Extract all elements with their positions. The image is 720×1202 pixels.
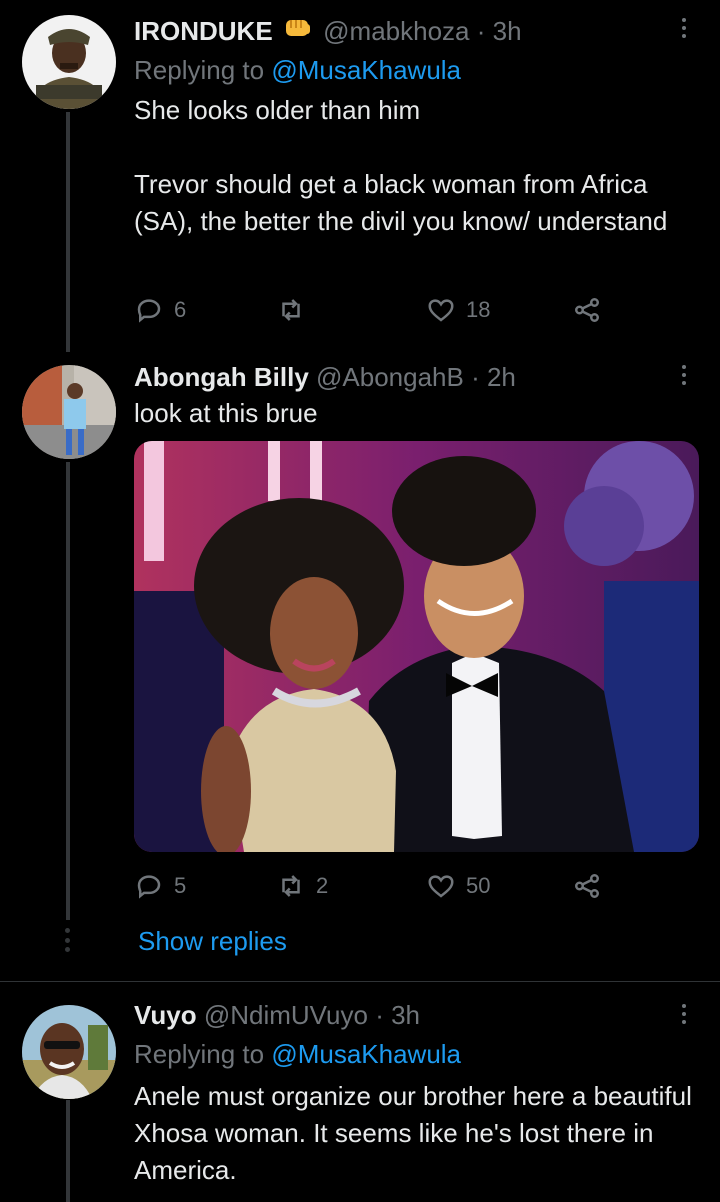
retweet-button[interactable]: 2 <box>276 866 328 906</box>
more-icon[interactable] <box>672 12 696 44</box>
share-button[interactable] <box>572 866 602 906</box>
display-name[interactable]: Vuyo <box>134 1000 197 1030</box>
tweet-photo[interactable] <box>134 441 699 852</box>
tweet-text: She looks older than him Trevor should g… <box>134 95 668 236</box>
more-icon[interactable] <box>672 359 696 391</box>
avatar[interactable] <box>22 15 116 109</box>
retweet-icon <box>282 299 300 321</box>
thread-line <box>66 462 70 920</box>
tweet-actions: 5 2 50 <box>134 866 614 906</box>
divider <box>0 981 720 982</box>
heart-icon <box>428 299 454 322</box>
replying-to: Replying to @MusaKhawula <box>134 54 461 86</box>
mention-link[interactable]: @MusaKhawula <box>271 55 461 85</box>
like-button[interactable]: 50 <box>426 866 490 906</box>
thread-line <box>66 1100 70 1202</box>
tweet-text: look at this brue <box>134 398 318 428</box>
tweet-header: Abongah Billy @AbongahB · 2h <box>134 361 516 393</box>
share-icon <box>575 298 599 322</box>
mention-link[interactable]: @MusaKhawula <box>271 1039 461 1069</box>
share-icon <box>575 874 599 898</box>
heart-icon <box>428 875 454 898</box>
replying-label: Replying to <box>134 55 272 85</box>
timestamp[interactable]: 3h <box>391 1000 420 1030</box>
tweet-text: Anele must organize our brother here a b… <box>134 1081 692 1185</box>
handle[interactable]: @NdimUVuyo <box>204 1000 368 1030</box>
handle[interactable]: @AbongahB <box>316 362 464 392</box>
handle[interactable]: @mabkhoza <box>323 16 469 46</box>
thread-line <box>66 112 70 352</box>
display-name[interactable]: Abongah Billy <box>134 362 309 392</box>
retweet-count: 2 <box>316 873 329 898</box>
reply-button[interactable]: 5 <box>134 866 186 906</box>
retweet-icon <box>282 875 300 897</box>
timestamp[interactable]: 2h <box>487 362 516 392</box>
thread-continuation-dots <box>65 928 71 952</box>
show-replies-link[interactable]: Show replies <box>138 926 287 957</box>
more-icon[interactable] <box>672 998 696 1030</box>
separator: · <box>463 362 487 392</box>
reply-icon <box>137 875 161 899</box>
share-button[interactable] <box>572 290 602 330</box>
fist-emoji-icon <box>284 15 312 47</box>
avatar[interactable] <box>22 1005 116 1099</box>
replying-label: Replying to <box>134 1039 272 1069</box>
reply-icon <box>137 299 161 323</box>
retweet-button[interactable] <box>276 290 316 330</box>
like-count: 18 <box>466 297 491 322</box>
timestamp[interactable]: 3h <box>493 16 522 46</box>
reply-button[interactable]: 6 <box>134 290 186 330</box>
tweet-header: Vuyo @NdimUVuyo · 3h <box>134 999 420 1031</box>
replying-to: Replying to @MusaKhawula <box>134 1038 461 1070</box>
like-button[interactable]: 18 <box>426 290 490 330</box>
avatar[interactable] <box>22 365 116 459</box>
display-name[interactable]: IRONDUKE <box>134 16 273 46</box>
tweet-header: IRONDUKE @mabkhoza · 3h <box>134 15 522 51</box>
separator: · <box>469 16 493 46</box>
tweet-actions: 6 18 <box>134 290 614 330</box>
reply-count: 6 <box>174 297 187 322</box>
separator: · <box>367 1000 392 1030</box>
reply-count: 5 <box>174 873 187 898</box>
like-count: 50 <box>466 873 491 898</box>
